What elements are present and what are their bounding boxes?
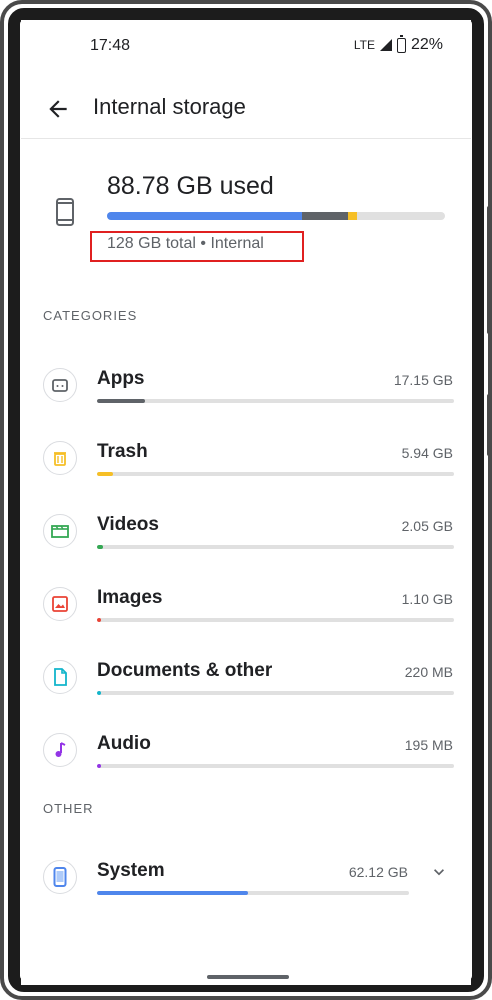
category-usage-bar <box>97 472 454 476</box>
category-row-trash[interactable]: Trash 5.94 GB <box>21 435 471 501</box>
trash-icon <box>43 441 77 475</box>
system-icon <box>43 860 77 894</box>
other-header: OTHER <box>43 801 94 816</box>
category-usage-bar <box>97 764 454 768</box>
category-row-documents[interactable]: Documents & other 220 MB <box>21 654 471 720</box>
category-size: 1.10 GB <box>401 591 453 607</box>
category-usage-bar <box>97 545 454 549</box>
images-icon <box>43 587 77 621</box>
category-name: Audio <box>97 733 151 754</box>
category-usage-bar <box>97 399 454 403</box>
storage-summary: 88.78 GB used 128 GB total • Internal <box>21 160 471 280</box>
status-time: 17:48 <box>90 37 131 54</box>
category-name: Apps <box>97 368 145 389</box>
documents-icon <box>43 660 77 694</box>
category-usage-bar <box>97 891 409 895</box>
category-row-videos[interactable]: Videos 2.05 GB <box>21 508 471 574</box>
category-name: Documents & other <box>97 660 273 681</box>
screen: 17:48 LTE 22% Internal storage 88.78 GB … <box>21 20 471 985</box>
smartphone-icon <box>56 198 74 226</box>
category-usage-fill <box>97 618 101 622</box>
category-name: Images <box>97 587 163 608</box>
category-name: Trash <box>97 441 148 462</box>
app-bar: Internal storage <box>21 82 471 139</box>
category-name: System <box>97 860 165 881</box>
videos-icon <box>43 514 77 548</box>
used-storage-text: 88.78 GB used <box>107 172 274 200</box>
category-usage-fill <box>97 764 101 768</box>
status-bar: 17:48 LTE 22% <box>21 20 471 72</box>
categories-header: CATEGORIES <box>43 308 138 323</box>
battery-icon <box>396 34 406 53</box>
category-size: 220 MB <box>404 664 453 680</box>
arrow-back-icon[interactable] <box>45 96 71 122</box>
battery-level: 22% <box>410 36 443 53</box>
category-size: 195 MB <box>404 737 453 753</box>
audio-icon <box>43 733 77 767</box>
category-size: 2.05 GB <box>401 518 453 534</box>
network-type: LTE <box>353 38 375 52</box>
category-usage-fill <box>97 399 145 403</box>
category-name: Videos <box>97 514 159 535</box>
storage-usage-bar <box>107 212 445 220</box>
category-usage-bar <box>97 618 454 622</box>
category-usage-bar <box>97 691 454 695</box>
category-size: 62.12 GB <box>348 864 408 880</box>
usage-segment-apps <box>302 212 348 220</box>
gesture-nav-bar[interactable] <box>207 975 289 979</box>
category-row-audio[interactable]: Audio 195 MB <box>21 727 471 793</box>
category-usage-fill <box>97 691 101 695</box>
category-size: 5.94 GB <box>401 445 453 461</box>
category-usage-fill <box>97 472 114 476</box>
volume-button <box>487 206 492 334</box>
category-row-images[interactable]: Images 1.10 GB <box>21 581 471 647</box>
category-row-apps[interactable]: Apps 17.15 GB <box>21 362 471 428</box>
chevron-down-icon[interactable] <box>429 862 449 882</box>
page-title: Internal storage <box>93 94 246 119</box>
signal-icon <box>379 39 392 51</box>
total-storage-text: 128 GB total • Internal <box>107 235 264 252</box>
category-usage-fill <box>97 545 103 549</box>
category-size: 17.15 GB <box>393 372 453 388</box>
usage-segment-system <box>107 212 303 220</box>
status-icons: LTE 22% <box>353 34 443 54</box>
usage-segment-trash <box>347 212 358 220</box>
power-button <box>487 394 492 456</box>
category-usage-fill <box>97 891 249 895</box>
category-row-system[interactable]: System 62.12 GB <box>21 854 471 920</box>
apps-icon <box>43 368 77 402</box>
